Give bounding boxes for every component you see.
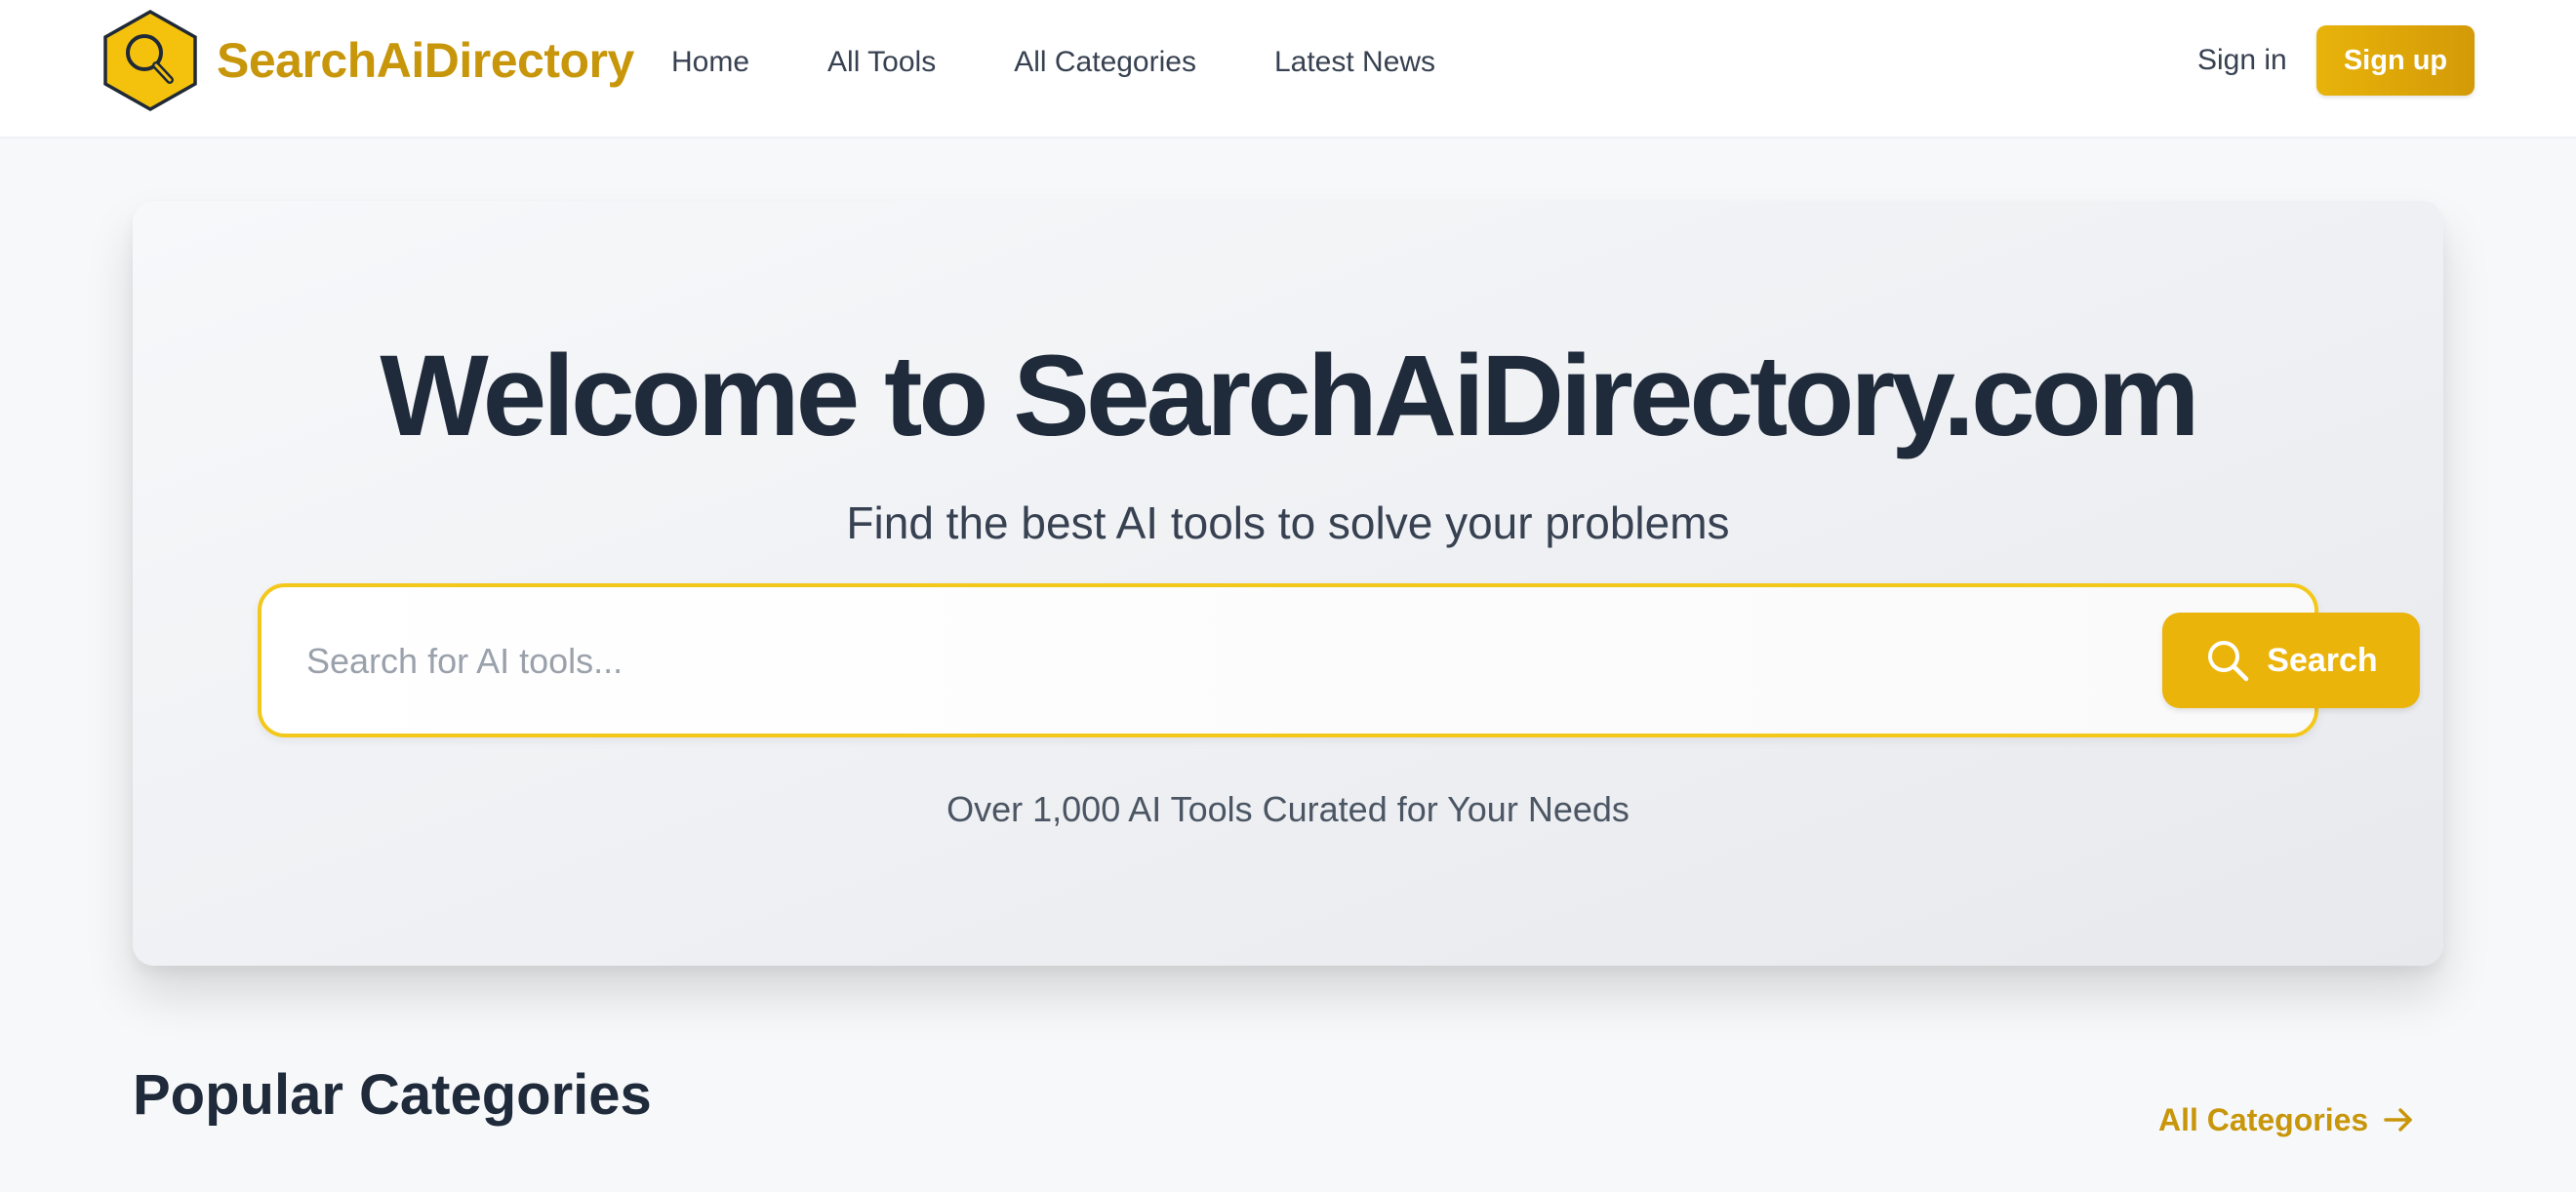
search-button-label: Search <box>2267 641 2378 679</box>
logo-link[interactable]: SearchAiDirectory <box>101 10 634 111</box>
search-bar: Search <box>258 583 2420 737</box>
all-categories-label: All Categories <box>2158 1102 2369 1137</box>
main-nav: Home All Tools All Categories Latest New… <box>671 41 1513 84</box>
search-input[interactable] <box>306 626 1965 696</box>
hero-caption: Over 1,000 AI Tools Curated for Your Nee… <box>946 789 1630 829</box>
hero-card: Welcome to SearchAiDirectory.com Find th… <box>133 201 2443 966</box>
hero-title: Welcome to SearchAiDirectory.com <box>380 332 2199 460</box>
nav-latest-news[interactable]: Latest News <box>1274 41 1435 84</box>
nav-all-tools[interactable]: All Tools <box>827 41 936 84</box>
site-header: SearchAiDirectory Home All Tools All Cat… <box>0 0 2576 139</box>
nav-home[interactable]: Home <box>671 41 749 84</box>
all-categories-link[interactable]: All Categories <box>2158 1098 2415 1141</box>
logo-text: SearchAiDirectory <box>217 33 634 88</box>
sign-in-link[interactable]: Sign in <box>2197 39 2287 82</box>
search-icon <box>2208 641 2249 682</box>
hexagon-magnifier-icon <box>103 10 197 111</box>
popular-categories-title: Popular Categories <box>133 1063 652 1127</box>
hero-subtitle: Find the best AI tools to solve your pro… <box>846 497 1730 548</box>
sign-up-button[interactable]: Sign up <box>2316 25 2475 96</box>
nav-all-categories[interactable]: All Categories <box>1014 41 1196 84</box>
search-button[interactable]: Search <box>2162 613 2420 708</box>
arrow-right-icon <box>2384 1108 2412 1132</box>
